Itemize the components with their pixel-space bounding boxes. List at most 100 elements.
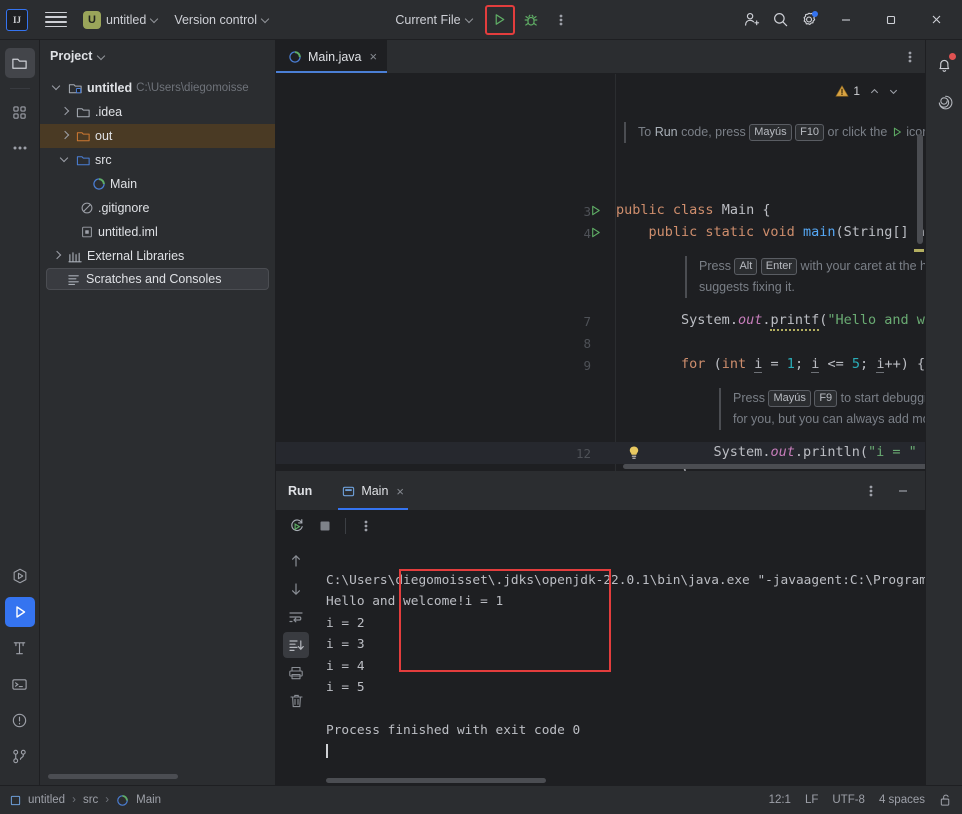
breadcrumb-untitled[interactable]: untitled [28, 794, 65, 806]
project-tool-window: Project untitled C:\Users\diegomoisse .i… [40, 40, 276, 785]
sidebar-item-git[interactable] [5, 741, 35, 771]
add-user-icon[interactable] [737, 6, 765, 34]
project-tree[interactable]: untitled C:\Users\diegomoisse .idea out … [40, 72, 275, 774]
run-gutter-icon [891, 126, 903, 138]
status-bar: untitled › src › Main 12:1 LF UTF-8 4 sp… [0, 785, 962, 814]
soft-wrap-button[interactable] [283, 604, 309, 630]
encoding-widget[interactable]: UTF-8 [832, 794, 865, 806]
chevron-right-icon[interactable] [60, 106, 72, 118]
project-panel-scrollbar[interactable] [48, 774, 178, 779]
console-side-toolbar [276, 542, 316, 785]
logo-text: IJ [12, 14, 21, 25]
settings-gear-icon[interactable] [795, 6, 823, 34]
editor-warning-marker[interactable] [914, 249, 924, 252]
tree-node-scratches[interactable]: Scratches and Consoles [46, 268, 269, 290]
chevron-down-icon[interactable] [52, 82, 64, 94]
chevron-down-icon[interactable] [98, 52, 107, 61]
chevron-down-icon [466, 15, 475, 24]
code-editor[interactable]: 1 To Run code, press Mayús F10 or click … [276, 74, 925, 471]
sidebar-item-more[interactable] [5, 133, 35, 163]
tab-main-java[interactable]: Main.java × [276, 40, 388, 73]
version-control-widget[interactable]: Version control [167, 7, 278, 33]
inspection-prev-icon[interactable] [869, 86, 880, 97]
rerun-button[interactable] [284, 513, 310, 539]
editor-vertical-scrollbar[interactable] [917, 134, 923, 244]
tree-label-scratches: Scratches and Consoles [86, 272, 222, 286]
stop-button[interactable] [312, 513, 338, 539]
maximize-button[interactable] [869, 1, 913, 39]
gitignore-icon [80, 201, 94, 215]
line-number: 7 [583, 314, 591, 329]
console-output[interactable]: C:\Users\diegomoisset\.jdks\openjdk-22.0… [316, 542, 925, 785]
sidebar-item-commit[interactable] [5, 97, 35, 127]
editor-horizontal-scrollbar[interactable] [623, 464, 925, 469]
tree-node-external-libraries[interactable]: External Libraries [40, 244, 275, 268]
run-tab-main[interactable]: Main × [334, 472, 412, 510]
more-run-options-button[interactable] [547, 6, 575, 34]
project-avatar: U [83, 10, 101, 29]
console-output-line-5: i = 5 [326, 680, 365, 695]
notifications-button[interactable] [929, 50, 959, 80]
intellij-logo-icon[interactable]: IJ [6, 8, 28, 31]
tab-close-icon[interactable]: × [370, 49, 378, 64]
run-tab-close-icon[interactable]: × [396, 484, 404, 499]
inspection-next-icon[interactable] [888, 86, 899, 97]
run-configuration-selector[interactable]: Current File [387, 7, 482, 33]
clear-all-button[interactable] [283, 688, 309, 714]
tree-node-untitled[interactable]: untitled C:\Users\diegomoisse [40, 76, 275, 100]
run-panel-options-icon[interactable] [857, 477, 885, 505]
print-button[interactable] [283, 660, 309, 686]
run-gutter-icon[interactable] [589, 226, 603, 240]
project-panel-title: Project [50, 49, 93, 63]
tree-label-iml: untitled.iml [98, 225, 158, 239]
line-separator-widget[interactable]: LF [805, 794, 818, 806]
editor-options-icon[interactable] [895, 40, 925, 73]
scroll-to-end-button[interactable] [283, 632, 309, 658]
unlocked-icon[interactable] [939, 793, 952, 807]
sidebar-item-terminal[interactable] [5, 669, 35, 699]
tree-node-src[interactable]: src [40, 148, 275, 172]
breadcrumb-main[interactable]: Main [136, 794, 161, 806]
run-panel-hide-icon[interactable] [889, 477, 917, 505]
breadcrumb-src[interactable]: src [83, 794, 98, 806]
left-tool-stripe [0, 40, 40, 785]
project-widget[interactable]: U untitled [76, 7, 167, 33]
chevron-down-icon[interactable] [60, 154, 72, 166]
main-menu-icon[interactable] [45, 9, 67, 31]
sidebar-item-build[interactable] [5, 633, 35, 663]
sidebar-item-run[interactable] [4, 597, 35, 627]
debug-button[interactable] [517, 6, 545, 34]
settings-badge [812, 10, 818, 17]
console-horizontal-scrollbar[interactable] [326, 778, 546, 783]
tree-node-gitignore[interactable]: .gitignore [40, 196, 275, 220]
tree-node-out[interactable]: out [40, 124, 275, 148]
close-button[interactable] [914, 1, 958, 39]
minimize-button[interactable] [824, 1, 868, 39]
sidebar-item-problems[interactable] [5, 705, 35, 735]
sidebar-item-project[interactable] [4, 48, 35, 78]
inspection-widget[interactable]: 1 [835, 84, 899, 98]
tree-label-src: src [95, 153, 112, 167]
scroll-down-button[interactable] [283, 576, 309, 602]
folder-source-icon [76, 153, 91, 168]
run-more-options-button[interactable] [353, 513, 379, 539]
run-config-label: Current File [395, 12, 461, 27]
code-text-line-4: public static void main(String[] args) { [648, 224, 925, 240]
run-button[interactable] [487, 6, 513, 34]
chevron-right-icon[interactable] [52, 250, 64, 262]
run-gutter-icon[interactable] [589, 204, 603, 218]
scroll-up-button[interactable] [283, 548, 309, 574]
search-icon[interactable] [766, 6, 794, 34]
ai-assistant-button[interactable] [929, 86, 959, 116]
indent-widget[interactable]: 4 spaces [879, 794, 925, 806]
tree-node-iml[interactable]: untitled.iml [40, 220, 275, 244]
caret-position-widget[interactable]: 12:1 [769, 794, 791, 806]
kbd-f9: F9 [814, 390, 838, 407]
chevron-right-icon[interactable] [60, 130, 72, 142]
sidebar-item-run-anything[interactable] [5, 561, 35, 591]
chevron-down-icon [262, 15, 271, 24]
tree-node-idea[interactable]: .idea [40, 100, 275, 124]
module-icon [10, 795, 21, 806]
line-number: 12 [575, 446, 591, 461]
tree-node-main[interactable]: Main [40, 172, 275, 196]
